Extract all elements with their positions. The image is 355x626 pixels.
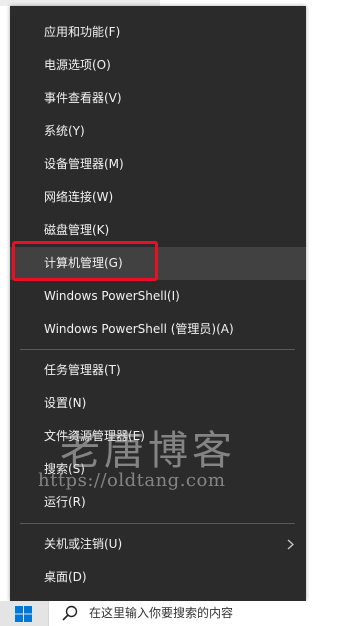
menu-item-run[interactable]: 运行(R) bbox=[10, 486, 306, 519]
menu-item-label: 设置(N) bbox=[44, 396, 87, 410]
menu-item-label: 磁盘管理(K) bbox=[44, 223, 110, 237]
menu-item-settings[interactable]: 设置(N) bbox=[10, 387, 306, 420]
menu-item-powershell[interactable]: Windows PowerShell(I) bbox=[10, 280, 306, 313]
menu-item-label: Windows PowerShell(I) bbox=[44, 289, 180, 303]
menu-item-task-manager[interactable]: 任务管理器(T) bbox=[10, 354, 306, 387]
menu-item-power-options[interactable]: 电源选项(O) bbox=[10, 49, 306, 82]
menu-item-label: 网络连接(W) bbox=[44, 190, 114, 204]
menu-item-label: 设备管理器(M) bbox=[44, 157, 124, 171]
menu-item-network-connections[interactable]: 网络连接(W) bbox=[10, 181, 306, 214]
menu-separator bbox=[20, 523, 295, 524]
taskbar-search-box[interactable]: 在这里输入你要搜索的内容 bbox=[48, 601, 355, 626]
windows-logo-icon bbox=[15, 606, 32, 622]
menu-item-label: 桌面(D) bbox=[44, 570, 87, 584]
winx-context-menu: 应用和功能(F) 电源选项(O) 事件查看器(V) 系统(Y) 设备管理器(M)… bbox=[10, 6, 306, 601]
search-placeholder: 在这里输入你要搜索的内容 bbox=[89, 606, 234, 620]
menu-item-computer-management[interactable]: 计算机管理(G) bbox=[10, 247, 306, 280]
menu-item-label: 文件资源管理器(E) bbox=[44, 429, 145, 443]
menu-item-powershell-admin[interactable]: Windows PowerShell (管理员)(A) bbox=[10, 313, 306, 346]
menu-item-system[interactable]: 系统(Y) bbox=[10, 115, 306, 148]
menu-item-label: 关机或注销(U) bbox=[44, 537, 123, 551]
menu-separator bbox=[20, 349, 295, 350]
menu-item-file-explorer[interactable]: 文件资源管理器(E) bbox=[10, 420, 306, 453]
taskbar: 在这里输入你要搜索的内容 bbox=[0, 601, 355, 626]
start-button[interactable] bbox=[0, 601, 48, 626]
menu-item-label: 计算机管理(G) bbox=[44, 256, 123, 270]
menu-item-label: 任务管理器(T) bbox=[44, 363, 121, 377]
menu-item-label: 应用和功能(F) bbox=[44, 25, 121, 39]
menu-item-device-manager[interactable]: 设备管理器(M) bbox=[10, 148, 306, 181]
menu-item-label: 电源选项(O) bbox=[44, 58, 111, 72]
menu-item-desktop[interactable]: 桌面(D) bbox=[10, 561, 306, 594]
menu-item-apps-features[interactable]: 应用和功能(F) bbox=[10, 16, 306, 49]
menu-item-disk-management[interactable]: 磁盘管理(K) bbox=[10, 214, 306, 247]
menu-item-label: 搜索(S) bbox=[44, 462, 85, 476]
menu-item-label: Windows PowerShell (管理员)(A) bbox=[44, 322, 234, 336]
menu-item-event-viewer[interactable]: 事件查看器(V) bbox=[10, 82, 306, 115]
menu-item-label: 事件查看器(V) bbox=[44, 91, 122, 105]
search-icon bbox=[62, 605, 78, 621]
menu-item-label: 运行(R) bbox=[44, 495, 86, 509]
menu-item-shutdown-signout[interactable]: 关机或注销(U) bbox=[10, 528, 306, 561]
menu-item-search[interactable]: 搜索(S) bbox=[10, 453, 306, 486]
menu-item-label: 系统(Y) bbox=[44, 124, 85, 138]
chevron-right-icon bbox=[287, 539, 294, 550]
